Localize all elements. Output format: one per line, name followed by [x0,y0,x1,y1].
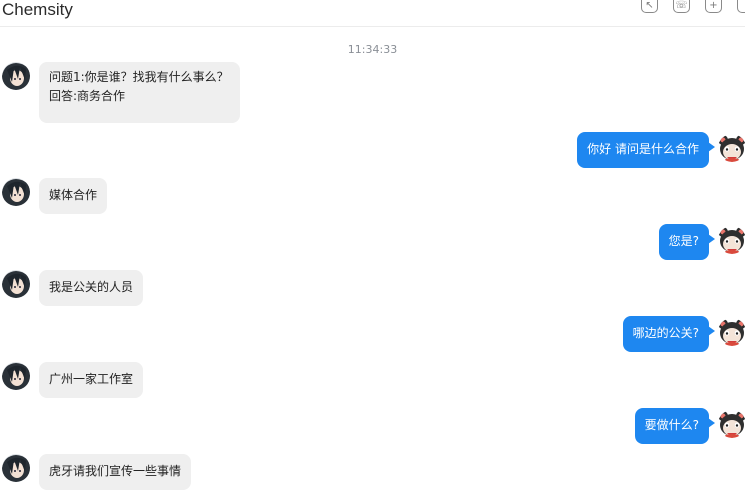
message-bubble: 媒体合作 [39,178,108,214]
more-icon[interactable] [737,0,745,13]
bubble-tail [708,234,715,244]
bubble-tail [708,142,715,152]
contact-avatar[interactable] [2,362,30,390]
message-bubble: 哪边的公关? [622,316,709,352]
message-bubble: 我是公关的人员 [39,270,144,306]
contact-avatar[interactable] [2,454,30,482]
my-avatar[interactable] [718,410,745,438]
phone-icon[interactable]: ☏ [673,0,690,13]
bubble-tail [708,418,715,428]
add-icon[interactable]: + [705,0,722,13]
message-bubble: 虎牙请我们宣传一些事情 [39,454,192,490]
chat-header: Chemsity ↖ ☏ + [0,0,745,27]
share-icon[interactable]: ↖ [641,0,658,13]
chat-title: Chemsity [2,0,73,19]
my-avatar[interactable] [718,134,745,162]
contact-avatar[interactable] [2,270,30,298]
message-text-line: 问题1:你是谁？找我有什么事么？ [49,70,229,84]
message-timestamp: 11:34:33 [347,43,398,56]
message-bubble: 您是? [658,224,709,260]
bubble-tail [708,326,715,336]
my-avatar[interactable] [718,226,745,254]
message-bubble: 广州一家工作室 [39,362,144,398]
message-bubble: 要做什么? [634,408,709,444]
contact-avatar[interactable] [2,178,30,206]
contact-avatar[interactable] [2,62,30,90]
my-avatar[interactable] [718,318,745,346]
message-text-line: 回答:商务合作 [49,89,126,103]
message-bubble: 问题1:你是谁？找我有什么事么？ 回答:商务合作 [39,62,240,123]
message-bubble: 你好 请问是什么合作 [577,132,709,168]
